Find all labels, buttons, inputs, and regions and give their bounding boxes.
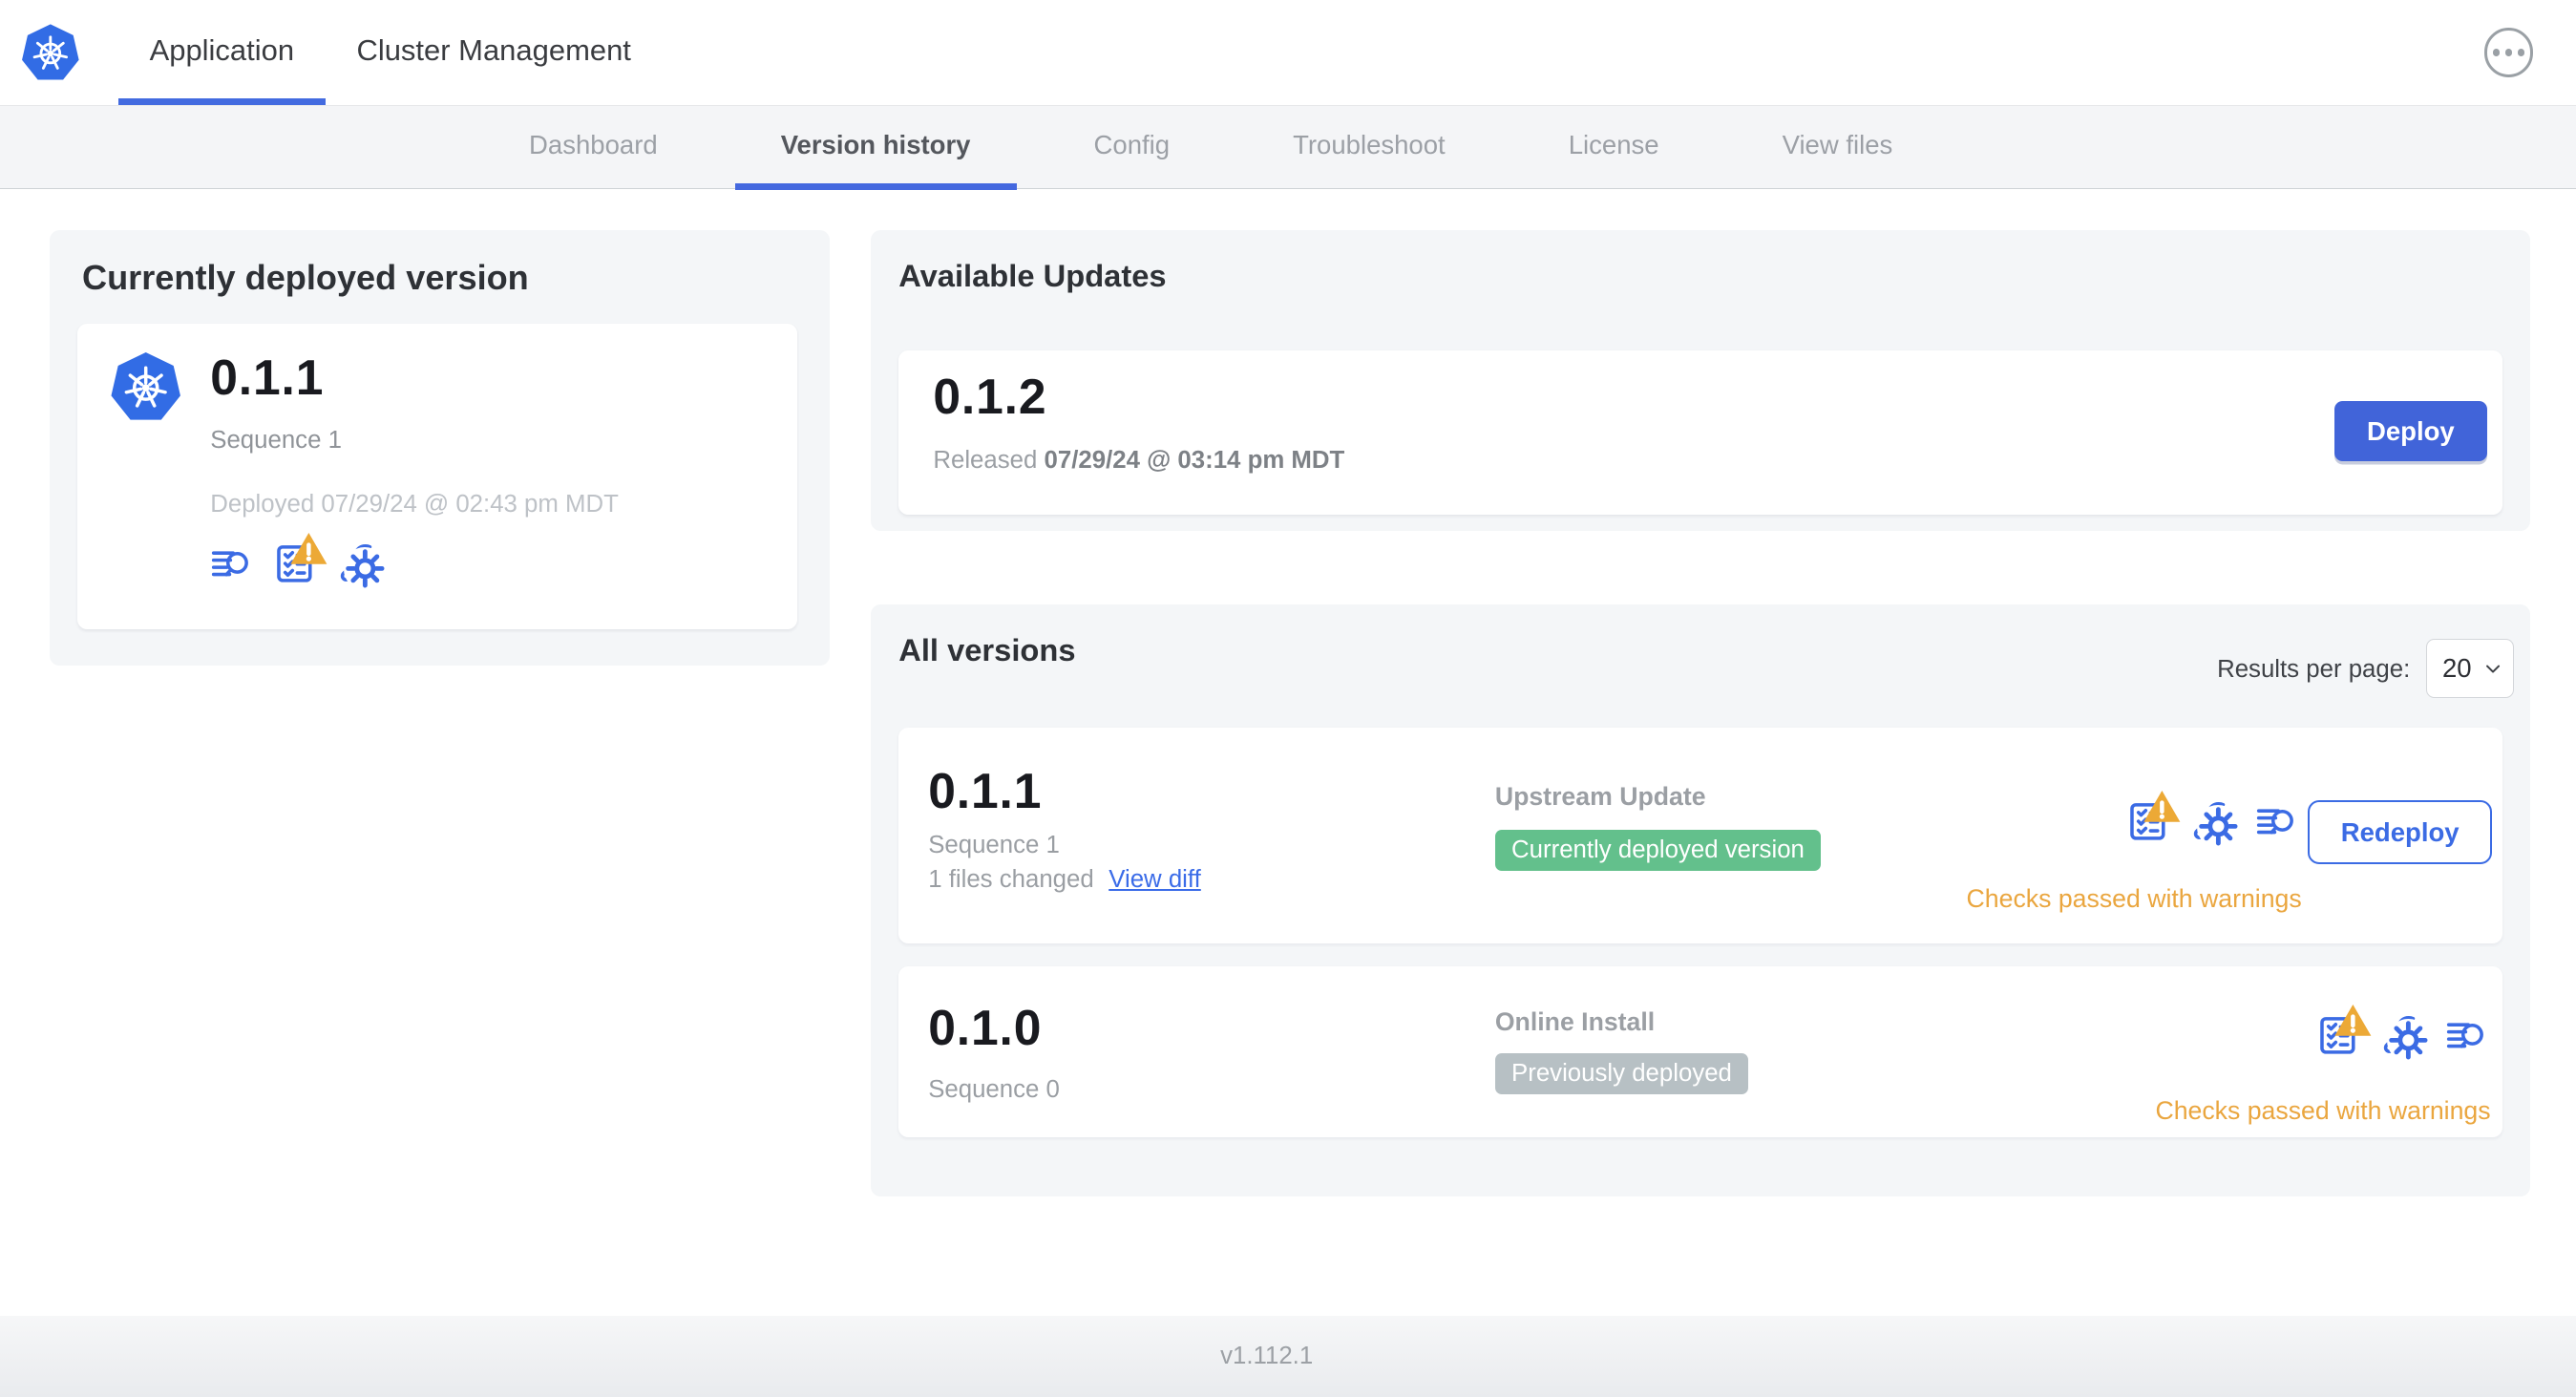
console-version: v1.112.1 bbox=[1220, 1342, 1314, 1369]
files-changed-label: 1 files changed bbox=[928, 865, 1094, 893]
currently-deployed-card: Currently deployed version 0.1.1 Sequenc… bbox=[49, 229, 830, 666]
released-label: Released bbox=[933, 447, 1038, 475]
files-changed: 1 files changed View diff bbox=[928, 866, 1201, 894]
deployed-action-icons bbox=[209, 542, 387, 590]
release-timestamp: Released 07/29/24 @ 03:14 pm MDT bbox=[933, 447, 1344, 475]
version-source: Upstream Update bbox=[1494, 782, 1706, 812]
overflow-menu-button[interactable] bbox=[2483, 28, 2534, 77]
update-row: 0.1.2 Released 07/29/24 @ 03:14 pm MDT D… bbox=[898, 349, 2502, 515]
kubernetes-app-icon bbox=[109, 349, 182, 422]
row-version-number: 0.1.1 bbox=[928, 763, 1043, 819]
results-per-page-select[interactable]: 20 bbox=[2426, 639, 2514, 699]
tab-view-files[interactable]: View files bbox=[1736, 105, 1938, 188]
release-notes-icon[interactable] bbox=[209, 542, 252, 585]
tab-license[interactable]: License bbox=[1523, 105, 1705, 188]
currently-deployed-badge: Currently deployed version bbox=[1494, 829, 1822, 871]
update-version-number: 0.1.2 bbox=[933, 369, 1047, 425]
row-sequence: Sequence 0 bbox=[928, 1076, 1060, 1104]
tab-troubleshoot[interactable]: Troubleshoot bbox=[1247, 105, 1491, 188]
checks-status: Checks passed with warnings bbox=[2155, 1095, 2491, 1125]
app-tabs: Application Cluster Management bbox=[117, 0, 663, 106]
deployed-version-number: 0.1.1 bbox=[210, 349, 325, 405]
all-versions-title: All versions bbox=[898, 632, 1076, 668]
edit-config-icon[interactable] bbox=[337, 542, 387, 590]
top-bar: Application Cluster Management bbox=[0, 0, 2576, 107]
preflight-checks-warning-icon[interactable] bbox=[2316, 1014, 2359, 1057]
row-action-icons bbox=[2126, 800, 2297, 848]
gear-icon bbox=[2196, 805, 2240, 848]
view-diff-link[interactable]: View diff bbox=[1109, 866, 1201, 893]
results-per-page-label: Results per page: bbox=[2217, 655, 2411, 683]
previously-deployed-badge: Previously deployed bbox=[1494, 1052, 1749, 1094]
row-version-number: 0.1.0 bbox=[928, 1000, 1043, 1056]
page-footer: v1.112.1 bbox=[0, 1316, 2576, 1397]
deployed-timestamp: Deployed 07/29/24 @ 02:43 pm MDT bbox=[210, 491, 619, 519]
preflight-checks-warning-icon[interactable] bbox=[273, 542, 316, 585]
checks-status: Checks passed with warnings bbox=[1966, 883, 2302, 913]
release-notes-icon[interactable] bbox=[2444, 1014, 2487, 1057]
currently-deployed-title: Currently deployed version bbox=[82, 258, 529, 298]
release-notes-icon[interactable] bbox=[2254, 800, 2297, 843]
tab-cluster-management[interactable]: Cluster Management bbox=[326, 0, 663, 105]
tab-application[interactable]: Application bbox=[117, 0, 326, 106]
row-action-icons bbox=[2316, 1014, 2487, 1062]
edit-config-icon[interactable] bbox=[2190, 800, 2240, 848]
available-updates-card: Available Updates 0.1.2 Released 07/29/2… bbox=[870, 229, 2530, 531]
all-versions-card: All versions Results per page: 20 0.1.1 … bbox=[870, 604, 2530, 1196]
tab-version-history[interactable]: Version history bbox=[734, 105, 1017, 191]
warning-triangle-icon bbox=[2141, 785, 2184, 828]
section-nav: Dashboard Version history Config Trouble… bbox=[0, 105, 2576, 191]
gear-icon bbox=[343, 546, 387, 590]
version-row-0-1-1: 0.1.1 Sequence 1 1 files changed View dif… bbox=[898, 728, 2502, 943]
page-root: Application Cluster Management Dashboard… bbox=[0, 0, 2576, 1397]
preflight-checks-warning-icon[interactable] bbox=[2126, 800, 2169, 843]
results-per-page-value: 20 bbox=[2441, 653, 2472, 684]
tab-dashboard[interactable]: Dashboard bbox=[483, 105, 704, 188]
tab-config[interactable]: Config bbox=[1047, 105, 1215, 188]
gear-icon bbox=[2387, 1018, 2430, 1062]
version-row-0-1-0: 0.1.0 Sequence 0 Online Install Previous… bbox=[898, 965, 2502, 1137]
ellipsis-icon bbox=[2492, 49, 2501, 56]
released-date: 07/29/24 @ 03:14 pm MDT bbox=[1044, 447, 1345, 475]
warning-triangle-icon bbox=[2332, 999, 2375, 1042]
warning-triangle-icon bbox=[287, 527, 330, 570]
deploy-button[interactable]: Deploy bbox=[2333, 400, 2488, 462]
deployed-sequence: Sequence 1 bbox=[210, 427, 342, 455]
kubernetes-logo-icon bbox=[20, 23, 80, 82]
available-updates-title: Available Updates bbox=[898, 258, 1167, 294]
edit-config-icon[interactable] bbox=[2380, 1014, 2430, 1062]
row-sequence: Sequence 1 bbox=[928, 831, 1060, 858]
deployed-version-panel: 0.1.1 Sequence 1 Deployed 07/29/24 @ 02:… bbox=[76, 323, 797, 630]
version-source: Online Install bbox=[1494, 1006, 1656, 1036]
chevron-down-icon bbox=[2485, 665, 2500, 673]
redeploy-button[interactable]: Redeploy bbox=[2308, 799, 2493, 865]
